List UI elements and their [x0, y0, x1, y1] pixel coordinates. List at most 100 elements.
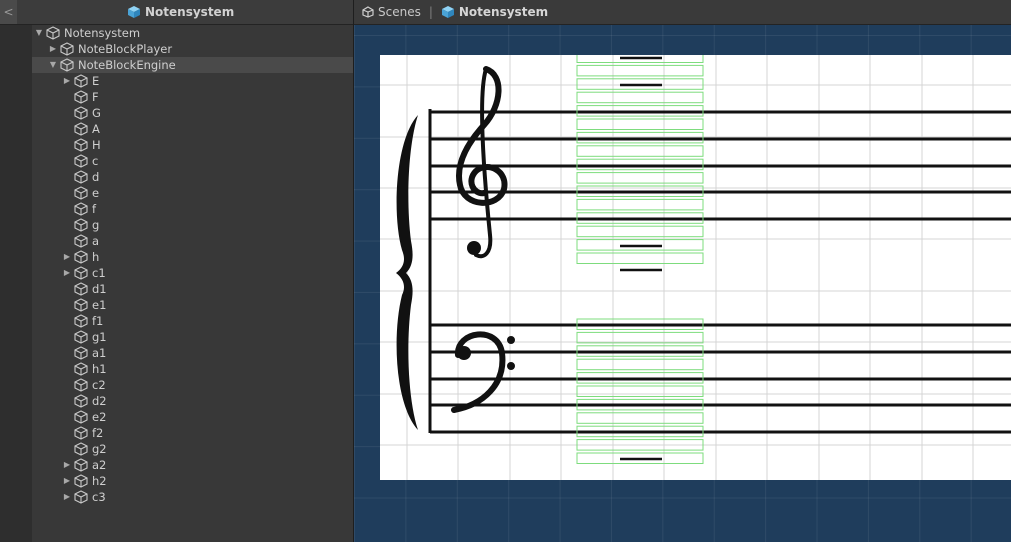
staff-sprite[interactable] — [380, 55, 1011, 480]
hierarchy-row[interactable]: d — [32, 169, 353, 185]
hierarchy-row-label: c3 — [92, 490, 106, 504]
hierarchy-row-label: g2 — [92, 442, 107, 456]
note-block-collider[interactable] — [576, 345, 704, 357]
gameobject-icon — [74, 346, 88, 360]
note-block-collider[interactable] — [576, 212, 704, 224]
hierarchy-row-label: E — [92, 74, 100, 88]
hierarchy-row[interactable]: f — [32, 201, 353, 217]
gameobject-icon — [74, 90, 88, 104]
hierarchy-panel: < Notensystem ▼ Notensystem ▶ NoteBlockPlay… — [0, 0, 353, 542]
hierarchy-row[interactable]: ▼ Notensystem — [32, 25, 353, 41]
note-block-collider[interactable] — [576, 398, 704, 411]
gameobject-icon — [74, 170, 88, 184]
hierarchy-row[interactable]: F — [32, 89, 353, 105]
expand-arrow-right-icon[interactable]: ▶ — [62, 265, 72, 281]
hierarchy-row[interactable]: h1 — [32, 361, 353, 377]
note-block-collider[interactable] — [576, 372, 704, 384]
note-block-collider[interactable] — [576, 55, 704, 63]
note-block-collider[interactable] — [576, 252, 704, 264]
scene-view: Scenes | Notensystem — [354, 0, 1011, 542]
hierarchy-row-label: e1 — [92, 298, 107, 312]
hierarchy-row-label: d2 — [92, 394, 107, 408]
breadcrumb-notensystem[interactable]: Notensystem — [433, 5, 548, 19]
gameobject-icon — [74, 106, 88, 120]
note-block-collider[interactable] — [576, 91, 704, 104]
hierarchy-row[interactable]: d2 — [32, 393, 353, 409]
prefab-icon — [441, 6, 454, 18]
gameobject-icon — [74, 474, 88, 488]
note-block-collider[interactable] — [576, 105, 704, 117]
hierarchy-row-label: Notensystem — [64, 26, 141, 40]
gameobject-icon — [74, 138, 88, 152]
expand-arrow-right-icon[interactable]: ▶ — [62, 249, 72, 265]
hierarchy-row[interactable]: ▶ E — [32, 73, 353, 89]
hierarchy-row[interactable]: g2 — [32, 441, 353, 457]
gameobject-icon — [74, 410, 88, 424]
hierarchy-row[interactable]: g1 — [32, 329, 353, 345]
hierarchy-row[interactable]: ▶ NoteBlockPlayer — [32, 41, 353, 57]
hierarchy-row[interactable]: e1 — [32, 297, 353, 313]
note-block-collider[interactable] — [576, 358, 704, 371]
hierarchy-row[interactable]: H — [32, 137, 353, 153]
note-block-collider[interactable] — [576, 185, 704, 197]
hierarchy-row-label: c1 — [92, 266, 106, 280]
expand-arrow-right-icon[interactable]: ▶ — [48, 41, 58, 57]
hierarchy-row[interactable]: f1 — [32, 313, 353, 329]
hierarchy-row[interactable]: ▶ h2 — [32, 473, 353, 489]
hierarchy-row[interactable]: ▶ a2 — [32, 457, 353, 473]
hierarchy-row[interactable]: ▶ c3 — [32, 489, 353, 505]
expand-arrow-right-icon[interactable]: ▶ — [62, 473, 72, 489]
note-block-collider[interactable] — [576, 412, 704, 424]
hierarchy-row[interactable]: g — [32, 217, 353, 233]
note-block-collider[interactable] — [576, 118, 704, 130]
hierarchy-row-label: e — [92, 186, 100, 200]
expand-arrow-right-icon[interactable]: ▶ — [62, 489, 72, 505]
hierarchy-row[interactable]: e2 — [32, 409, 353, 425]
note-block-collider[interactable] — [576, 331, 704, 344]
prefab-icon — [128, 6, 140, 18]
breadcrumb-scenes[interactable]: Scenes — [354, 5, 421, 19]
note-block-collider[interactable] — [576, 198, 704, 211]
note-block-collider[interactable] — [576, 64, 704, 77]
note-block-collider[interactable] — [576, 172, 704, 184]
gameobject-icon — [74, 490, 88, 504]
hierarchy-row[interactable]: e — [32, 185, 353, 201]
hierarchy-row-label: d1 — [92, 282, 107, 296]
note-block-collider[interactable] — [576, 452, 704, 464]
hierarchy-row[interactable]: d1 — [32, 281, 353, 297]
hierarchy-row-label: e2 — [92, 410, 107, 424]
hierarchy-row-label: g — [92, 218, 100, 232]
expand-arrow-right-icon[interactable]: ▶ — [62, 73, 72, 89]
note-block-collider[interactable] — [576, 318, 704, 330]
hierarchy-row[interactable]: c — [32, 153, 353, 169]
note-block-collider[interactable] — [576, 439, 704, 451]
hierarchy-row[interactable]: c2 — [32, 377, 353, 393]
note-block-collider[interactable] — [576, 145, 704, 157]
note-block-collider[interactable] — [576, 158, 704, 171]
note-block-collider[interactable] — [576, 225, 704, 238]
hierarchy-row[interactable]: a1 — [32, 345, 353, 361]
hierarchy-row[interactable]: ▶ h — [32, 249, 353, 265]
hierarchy-row[interactable]: G — [32, 105, 353, 121]
hierarchy-row-label: h1 — [92, 362, 107, 376]
hierarchy-row-label: c2 — [92, 378, 106, 392]
gameobject-icon — [74, 330, 88, 344]
hierarchy-row[interactable]: a — [32, 233, 353, 249]
hierarchy-title: Notensystem — [127, 0, 234, 24]
breadcrumb-current-label: Notensystem — [458, 5, 549, 19]
expand-arrow-right-icon[interactable]: ▶ — [62, 457, 72, 473]
hierarchy-row[interactable]: f2 — [32, 425, 353, 441]
hierarchy-row[interactable]: ▶ c1 — [32, 265, 353, 281]
hierarchy-row-label: F — [92, 90, 99, 104]
note-block-collider[interactable] — [576, 78, 704, 90]
hierarchy-row-label: g1 — [92, 330, 107, 344]
note-block-collider[interactable] — [576, 131, 704, 144]
note-block-collider[interactable] — [576, 425, 704, 438]
hierarchy-row[interactable]: A — [32, 121, 353, 137]
back-button[interactable]: < — [0, 0, 17, 24]
expand-arrow-down-icon[interactable]: ▼ — [34, 25, 44, 41]
hierarchy-row[interactable]: ▼ NoteBlockEngine — [32, 57, 353, 73]
note-block-collider[interactable] — [576, 385, 704, 397]
note-block-collider[interactable] — [576, 239, 704, 251]
expand-arrow-down-icon[interactable]: ▼ — [48, 57, 58, 73]
